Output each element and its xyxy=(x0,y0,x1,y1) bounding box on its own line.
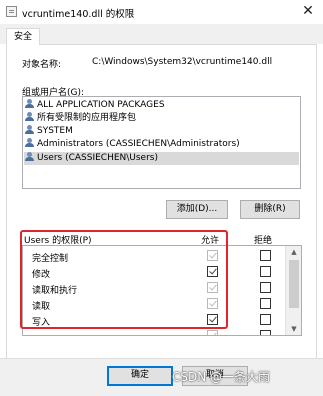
permissions-scrollbar[interactable]: ▲ ▼ xyxy=(285,246,301,335)
checkmark-icon xyxy=(209,314,217,323)
watermark: CSDN @一条大雨 xyxy=(172,370,271,384)
permissions-list: 完全控制 修改 读取和执行 读取 写入 xyxy=(22,245,302,336)
user-group-icon xyxy=(25,99,34,108)
groups-listbox[interactable]: ALL APPLICATION PACKAGES 所有受限制的应用程序包 SYS… xyxy=(22,96,301,189)
checkmark-icon xyxy=(209,330,217,335)
deny-checkbox[interactable] xyxy=(260,266,271,277)
permission-row: 完全控制 xyxy=(23,248,286,264)
list-item-label: 所有受限制的应用程序包 xyxy=(37,113,137,123)
object-name-label: 对象名称: xyxy=(22,60,62,70)
checkmark-icon xyxy=(209,298,217,307)
permission-name: 修改 xyxy=(32,270,51,280)
allow-checkbox[interactable] xyxy=(207,330,218,335)
user-icon xyxy=(25,125,34,134)
checkmark-icon xyxy=(209,282,217,291)
list-item-label: SYSTEM xyxy=(37,126,73,136)
object-name-value: C:\Windows\System32\vcruntime140.dll xyxy=(92,57,273,67)
add-button[interactable]: 添加(D)... xyxy=(166,200,228,219)
allow-checkbox[interactable] xyxy=(207,314,218,325)
deny-checkbox[interactable] xyxy=(260,330,271,335)
permission-row: 读取和执行 xyxy=(23,280,286,296)
list-item[interactable]: SYSTEM xyxy=(25,125,73,138)
window-title: vcruntime140.dll 的权限 xyxy=(22,9,135,20)
scroll-thumb[interactable] xyxy=(289,260,299,308)
deny-checkbox[interactable] xyxy=(260,250,271,261)
scroll-up-icon[interactable]: ▲ xyxy=(286,246,302,258)
file-icon xyxy=(6,6,17,17)
list-item-label: Administrators (CASSIECHEN\Administrator… xyxy=(37,139,240,149)
list-item-label: ALL APPLICATION PACKAGES xyxy=(37,100,165,110)
list-item-selected[interactable]: Users (CASSIECHEN\Users) xyxy=(24,152,299,165)
list-item[interactable]: 所有受限制的应用程序包 xyxy=(25,112,136,125)
deny-checkbox[interactable] xyxy=(260,298,271,309)
tab-security[interactable]: 安全 xyxy=(6,28,40,45)
scroll-down-icon[interactable]: ▼ xyxy=(286,323,302,335)
permission-row xyxy=(23,328,286,335)
permission-row: 修改 xyxy=(23,264,286,280)
remove-button[interactable]: 删除(R) xyxy=(240,200,300,219)
permission-name: 完全控制 xyxy=(32,254,69,264)
list-item[interactable]: Administrators (CASSIECHEN\Administrator… xyxy=(25,138,240,151)
deny-checkbox[interactable] xyxy=(260,282,271,293)
title-bar: vcruntime140.dll 的权限 ✕ xyxy=(0,0,323,24)
permission-name: 读取和执行 xyxy=(32,286,78,296)
allow-checkbox[interactable] xyxy=(207,266,218,277)
permission-name: 写入 xyxy=(32,318,51,328)
list-item[interactable]: ALL APPLICATION PACKAGES xyxy=(25,99,165,112)
allow-checkbox[interactable] xyxy=(207,250,218,261)
checkmark-icon xyxy=(209,266,217,275)
deny-checkbox[interactable] xyxy=(260,314,271,325)
tab-strip xyxy=(0,24,323,44)
allow-checkbox[interactable] xyxy=(207,298,218,309)
allow-checkbox[interactable] xyxy=(207,282,218,293)
list-item-label: Users (CASSIECHEN\Users) xyxy=(37,153,158,163)
user-group-icon xyxy=(25,138,34,147)
user-group-icon xyxy=(25,152,34,161)
user-group-icon xyxy=(25,112,34,121)
close-icon[interactable]: ✕ xyxy=(299,2,317,20)
permission-row: 写入 xyxy=(23,312,286,328)
checkmark-icon xyxy=(209,250,217,259)
ok-button[interactable]: 确定 xyxy=(107,366,173,386)
permission-row: 读取 xyxy=(23,296,286,312)
permission-name: 读取 xyxy=(32,302,51,312)
